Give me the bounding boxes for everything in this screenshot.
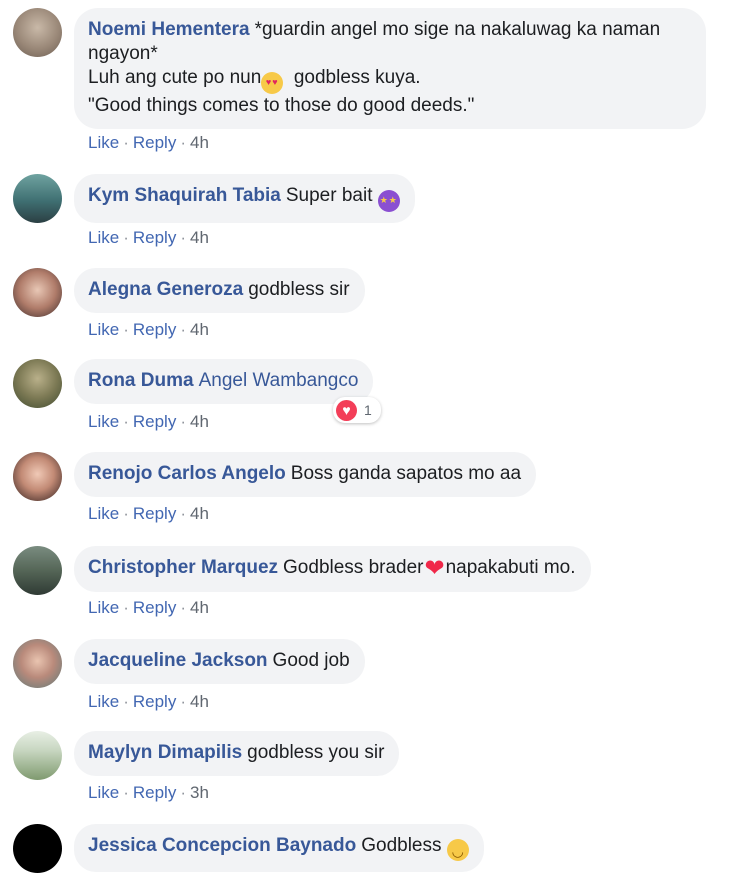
comment-text: godbless you sir xyxy=(247,742,385,763)
comment-actions: Like · Reply · 4h xyxy=(88,133,209,152)
red-heart-emoji-icon: ❤ xyxy=(424,555,445,582)
mention-link[interactable]: Angel Wambangco xyxy=(199,370,359,391)
comment-bubble: Jessica Concepcion Baynado Godbless xyxy=(74,824,484,872)
avatar[interactable] xyxy=(13,639,62,688)
comment-author[interactable]: Jessica Concepcion Baynado xyxy=(88,835,356,856)
comment-actions: Like · Reply · 4h xyxy=(88,504,209,523)
comment-timestamp[interactable]: 4h xyxy=(190,504,209,523)
comment-actions: Like · Reply · 4h xyxy=(88,320,209,339)
reply-button[interactable]: Reply xyxy=(133,412,176,431)
smiling-face-emoji-icon xyxy=(446,839,469,861)
reply-button[interactable]: Reply xyxy=(133,504,176,523)
comment-text: "Good things comes to those do good deed… xyxy=(88,95,475,116)
comment-actions: Like · Reply · 4h xyxy=(88,598,209,617)
comment-author[interactable]: Maylyn Dimapilis xyxy=(88,742,242,763)
like-button[interactable]: Like xyxy=(88,412,119,431)
avatar[interactable] xyxy=(13,268,62,317)
reply-button[interactable]: Reply xyxy=(133,783,176,802)
reaction-count: 1 xyxy=(364,402,372,418)
avatar[interactable] xyxy=(13,731,62,780)
love-reaction-icon: ♥ xyxy=(336,399,357,421)
comment-author[interactable]: Rona Duma xyxy=(88,370,194,391)
like-button[interactable]: Like xyxy=(88,133,119,152)
comment-text: godbless kuya. xyxy=(293,67,421,88)
avatar[interactable] xyxy=(13,174,62,223)
comment-text: Godbless xyxy=(361,835,442,856)
comment-bubble: Christopher Marquez Godbless brader❤napak… xyxy=(74,546,591,592)
like-button[interactable]: Like xyxy=(88,228,119,247)
comment-text: Luh ang cute po nun xyxy=(88,67,262,88)
comment-bubble: Renojo Carlos Angelo Boss ganda sapatos m… xyxy=(74,452,537,497)
avatar[interactable] xyxy=(13,452,62,501)
comment-timestamp[interactable]: 4h xyxy=(190,228,209,247)
comment-timestamp[interactable]: 4h xyxy=(190,692,209,711)
comment-thread: Noemi Hementera *guardin angel mo sige na… xyxy=(0,0,750,879)
avatar[interactable] xyxy=(13,824,62,873)
like-button[interactable]: Like xyxy=(88,598,119,617)
comment-author[interactable]: Kym Shaquirah Tabia xyxy=(88,185,281,206)
comment-actions: Like · Reply · 4h xyxy=(88,412,209,431)
comment-timestamp[interactable]: 4h xyxy=(190,412,209,431)
like-button[interactable]: Like xyxy=(88,692,119,711)
comment-author[interactable]: Renojo Carlos Angelo xyxy=(88,463,286,484)
avatar[interactable] xyxy=(13,546,62,595)
comment-text: Boss ganda sapatos mo aa xyxy=(290,463,522,484)
reply-button[interactable]: Reply xyxy=(133,320,176,339)
like-button[interactable]: Like xyxy=(88,504,119,523)
like-button[interactable]: Like xyxy=(88,320,119,339)
avatar[interactable] xyxy=(13,359,62,408)
comment-bubble: Jacqueline Jackson Good job xyxy=(74,639,365,684)
comment-timestamp[interactable]: 4h xyxy=(190,133,209,152)
comment-bubble: Kym Shaquirah Tabia Super bait xyxy=(74,174,415,223)
comment-bubble: Alegna Generoza godbless sir xyxy=(74,268,365,313)
reply-button[interactable]: Reply xyxy=(133,228,176,247)
avatar[interactable] xyxy=(13,8,62,57)
comment-actions: Like · Reply · 3h xyxy=(88,783,209,802)
comment-timestamp[interactable]: 4h xyxy=(190,598,209,617)
reaction-badge[interactable]: ♥ 1 xyxy=(333,397,381,423)
like-button[interactable]: Like xyxy=(88,783,119,802)
comment-bubble: Rona Duma Angel Wambangco xyxy=(74,359,374,404)
comment-text: napakabuti mo. xyxy=(445,557,576,578)
reply-button[interactable]: Reply xyxy=(133,133,176,152)
reply-button[interactable]: Reply xyxy=(133,598,176,617)
comment-timestamp[interactable]: 4h xyxy=(190,320,209,339)
comment-text: Good job xyxy=(272,650,350,671)
reply-button[interactable]: Reply xyxy=(133,692,176,711)
comment-author[interactable]: Noemi Hementera xyxy=(88,19,250,40)
comment-author[interactable]: Christopher Marquez xyxy=(88,557,278,578)
comment-text: Godbless brader xyxy=(283,557,424,578)
comment-bubble: Noemi Hementera *guardin angel mo sige na… xyxy=(74,8,706,129)
comment-author[interactable]: Alegna Generoza xyxy=(88,279,243,300)
star-struck-emoji-icon xyxy=(377,190,400,212)
comment-timestamp[interactable]: 3h xyxy=(190,783,209,802)
comment-actions: Like · Reply · 4h xyxy=(88,228,209,247)
comment-bubble: Maylyn Dimapilis godbless you sir xyxy=(74,731,400,776)
comment-author[interactable]: Jacqueline Jackson xyxy=(88,650,268,671)
comment-actions: Like · Reply · 4h xyxy=(88,692,209,711)
heart-eyes-emoji-icon xyxy=(261,72,284,94)
comment-text: Super bait xyxy=(285,185,373,206)
comment-text: godbless sir xyxy=(248,279,350,300)
